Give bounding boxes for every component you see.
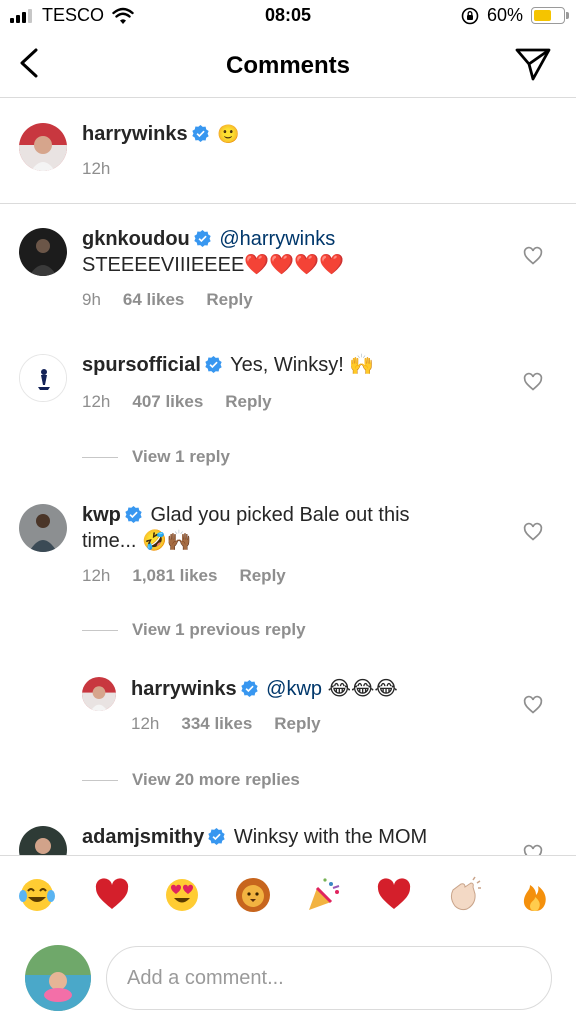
like-heart-icon[interactable] (523, 246, 543, 266)
comment-text: Winksy with the MOM (233, 826, 428, 848)
comment-text: STEEEEVIIIEEEE❤️❤️❤️❤️ (82, 254, 344, 276)
like-heart-icon[interactable] (523, 372, 543, 392)
comment-item: gknkoudou @harrywinks STEEEEVIIIEEEE❤️❤️… (0, 204, 576, 324)
lion-emoji-button[interactable] (234, 876, 272, 914)
tears-of-joy-emoji-button[interactable] (18, 876, 56, 914)
view-more-replies-button[interactable]: View 20 more replies (82, 770, 300, 790)
like-heart-icon[interactable] (523, 522, 543, 542)
post-caption: harrywinks 🙂 12h (0, 99, 576, 204)
current-user-avatar (25, 945, 91, 1011)
comment-username[interactable]: gknkoudou (82, 228, 190, 250)
comment-item: adamjsmithy Winksy with the MOM (0, 810, 576, 855)
comment-likes[interactable]: 334 likes (181, 714, 252, 733)
reply-button[interactable]: Reply (274, 714, 320, 733)
reply-button[interactable]: Reply (206, 290, 252, 309)
clapping-hands-emoji-button[interactable] (445, 876, 483, 914)
comment-time: 12h (82, 392, 111, 411)
verified-badge-icon (194, 230, 211, 247)
nav-bar: Comments (0, 32, 576, 98)
verified-badge-icon (191, 125, 209, 142)
comment-username[interactable]: kwp (82, 504, 121, 526)
comment-item: spursofficial Yes, Winksy! 🙌 12h 407 like… (0, 330, 576, 480)
comment-time: 12h (82, 566, 111, 585)
comment-composer (0, 935, 576, 1024)
verified-badge-icon (240, 680, 258, 697)
like-heart-icon[interactable] (523, 695, 543, 715)
heart-eyes-emoji-button[interactable] (163, 876, 201, 914)
verified-badge-icon (208, 828, 225, 845)
comment-username[interactable]: spursofficial (82, 354, 201, 376)
view-replies-button[interactable]: View 1 reply (82, 447, 230, 467)
verified-badge-icon (205, 356, 222, 373)
comment-time: 12h (82, 159, 111, 178)
comment-item: kwp Glad you picked Bale out this time..… (0, 480, 576, 650)
battery-icon (531, 7, 565, 24)
comment-username[interactable]: adamjsmithy (82, 826, 204, 848)
avatar[interactable] (19, 504, 67, 552)
verified-badge-icon (125, 506, 142, 523)
emoji-quick-bar (0, 855, 576, 935)
reply-item: harrywinks @kwp 😂😂😂 12h 334 likes Reply Vi… (0, 660, 576, 800)
red-heart-emoji-button[interactable] (375, 876, 413, 914)
battery-percentage: 60% (487, 5, 524, 25)
status-bar: TESCO 08:05 60% (0, 0, 576, 32)
avatar[interactable] (19, 228, 67, 276)
comment-time: 9h (82, 290, 101, 309)
reply-button[interactable]: Reply (225, 392, 271, 411)
view-previous-replies-button[interactable]: View 1 previous reply (82, 620, 306, 640)
avatar[interactable] (19, 354, 67, 402)
comment-mention[interactable]: @harrywinks (219, 228, 335, 250)
comment-text: 🙂 (217, 124, 240, 145)
comment-username[interactable]: harrywinks (131, 678, 237, 700)
comment-mention[interactable]: @kwp (266, 678, 322, 700)
rotation-lock-icon (461, 7, 479, 25)
avatar[interactable] (19, 123, 67, 171)
comment-likes[interactable]: 407 likes (132, 392, 203, 411)
party-popper-emoji-button[interactable] (305, 876, 343, 914)
avatar[interactable] (19, 826, 67, 855)
comment-username[interactable]: harrywinks (82, 123, 188, 145)
comment-likes[interactable]: 1,081 likes (132, 566, 217, 585)
direct-send-icon[interactable] (514, 46, 552, 82)
reply-button[interactable]: Reply (239, 566, 285, 585)
comment-likes[interactable]: 64 likes (123, 290, 184, 309)
comment-text: 😂😂😂 (327, 678, 398, 700)
add-comment-input[interactable] (106, 946, 552, 1010)
comment-time: 12h (131, 714, 160, 733)
comment-text: Yes, Winksy! 🙌 (230, 354, 375, 376)
red-heart-emoji-button[interactable] (93, 876, 131, 914)
page-title: Comments (225, 52, 351, 79)
avatar[interactable] (82, 677, 116, 711)
like-heart-icon[interactable] (523, 844, 543, 855)
fire-emoji-button[interactable] (516, 876, 554, 914)
